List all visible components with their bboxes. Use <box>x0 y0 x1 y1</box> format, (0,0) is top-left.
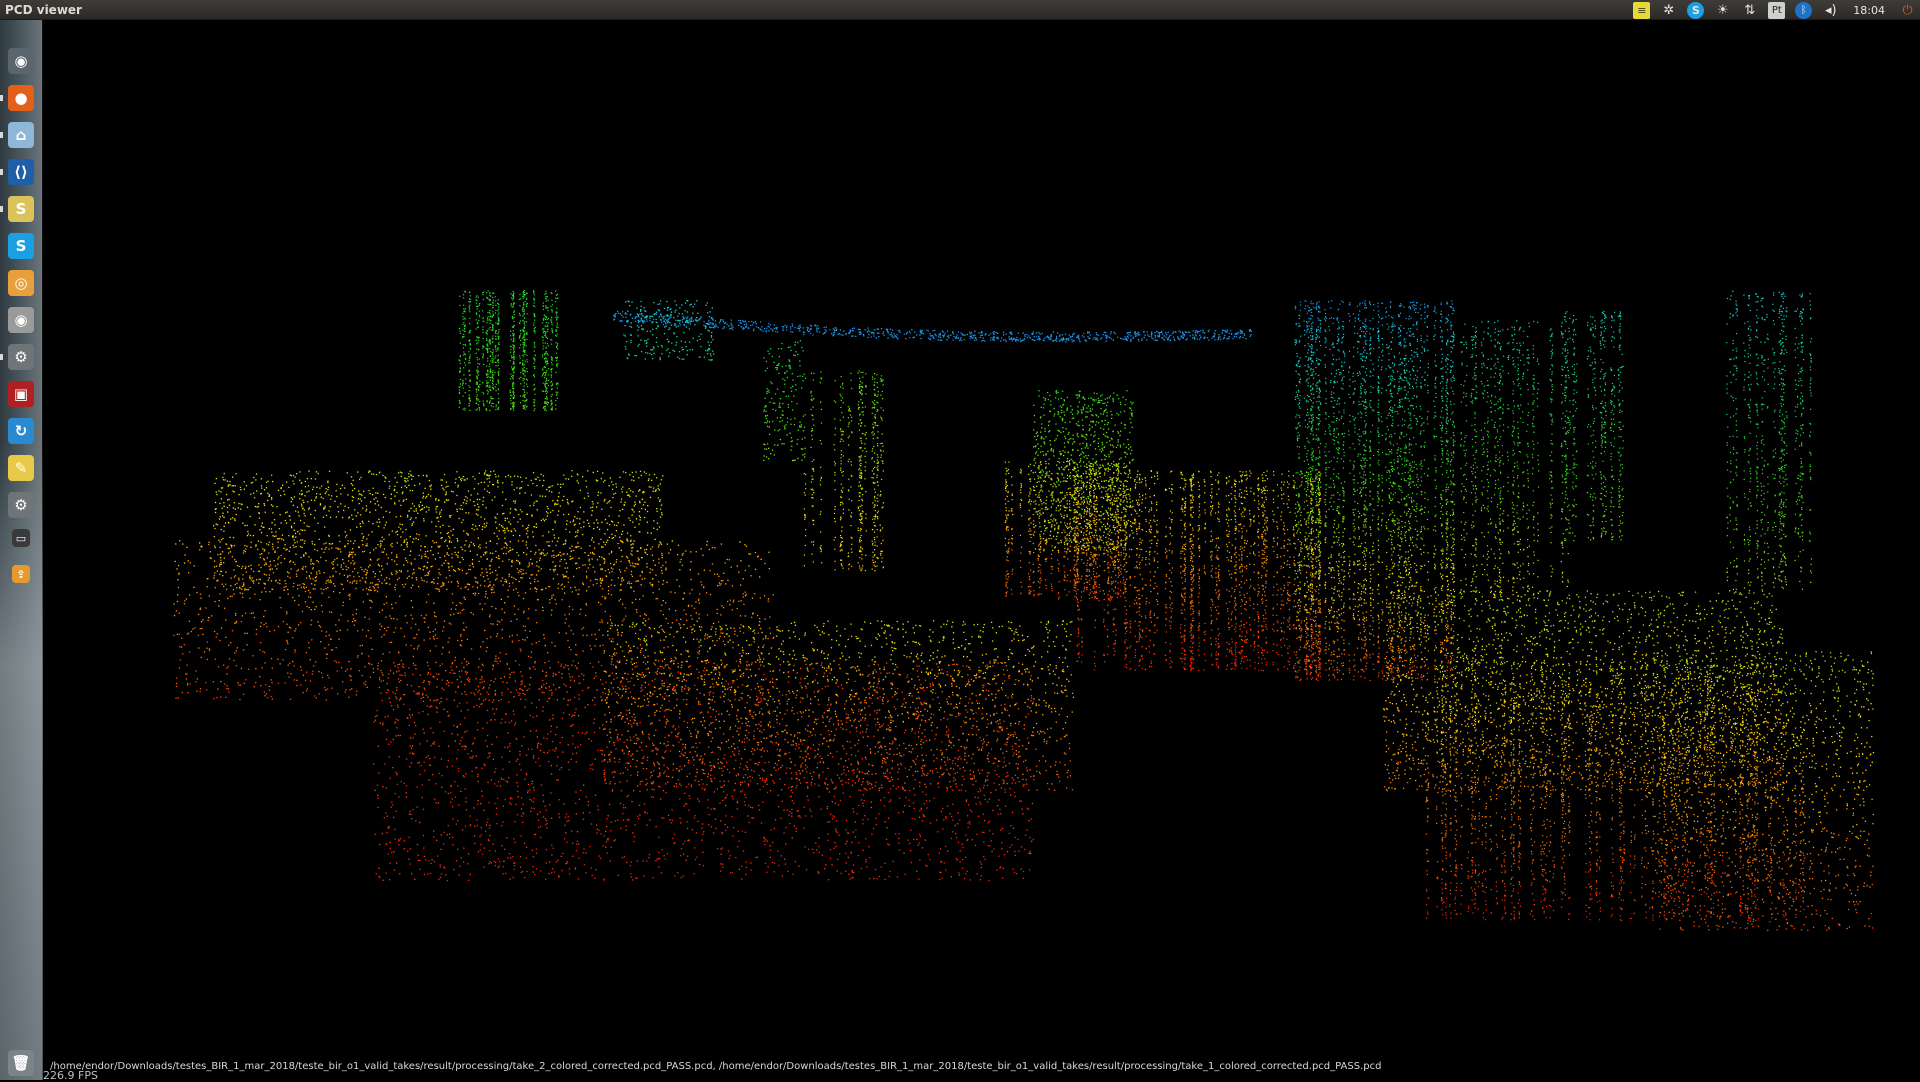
file-status-line: /home/endor/Downloads/testes_BIR_1_mar_2… <box>50 1061 1381 1072</box>
screen-recorder-icon[interactable]: ▣ <box>8 381 34 407</box>
sync-icon[interactable]: ↻ <box>8 418 34 444</box>
window-title: PCD viewer <box>0 3 82 17</box>
power-icon[interactable]: ⏻ <box>1899 2 1916 19</box>
uploader-icon[interactable]: ⇪ <box>12 565 30 583</box>
launcher: ◉ ● ⌂ ⟨⟩ S S ◎ ◉ ⚙ ▣ ↻ ✎ ⚙ ▭ ⇪ 🗑 <box>0 20 43 1080</box>
chromium-icon[interactable]: ◎ <box>8 270 34 296</box>
point-cloud-render[interactable] <box>43 20 1920 1080</box>
terminal-icon[interactable]: ▭ <box>12 529 30 547</box>
settings-alert-icon[interactable]: ✲ <box>1660 2 1677 19</box>
system-settings-icon[interactable]: ⚙ <box>8 492 34 518</box>
vscode-icon[interactable]: ⟨⟩ <box>8 159 34 185</box>
pcd-viewport[interactable] <box>43 20 1920 1080</box>
volume-icon[interactable]: ◂) <box>1822 2 1839 19</box>
bluetooth-icon[interactable]: ᛒ <box>1795 2 1812 19</box>
running-indicator <box>0 206 3 212</box>
running-indicator <box>0 354 3 360</box>
firefox-icon[interactable]: ● <box>8 85 34 111</box>
top-panel: PCD viewer ≡ ✲ S ☀ ⇅ Pt ᛒ ◂) 18:04 ⏻ <box>0 0 1920 20</box>
running-indicator <box>0 95 3 101</box>
slack-icon[interactable]: S <box>8 196 34 222</box>
fps-counter: 226.9 FPS <box>43 1069 98 1082</box>
text-editor-icon[interactable]: ✎ <box>8 455 34 481</box>
skype-icon[interactable]: S <box>1687 2 1704 19</box>
eye-app-icon[interactable]: ◉ <box>8 307 34 333</box>
dash-icon[interactable]: ◉ <box>8 48 34 74</box>
brightness-icon[interactable]: ☀ <box>1714 2 1731 19</box>
files-icon[interactable]: ⌂ <box>8 122 34 148</box>
notes-icon[interactable]: ≡ <box>1633 2 1650 19</box>
clock[interactable]: 18:04 <box>1849 2 1889 19</box>
running-indicator <box>0 132 3 138</box>
running-indicator <box>0 169 3 175</box>
settings-icon[interactable]: ⚙ <box>8 344 34 370</box>
network-transfer-icon[interactable]: ⇅ <box>1741 2 1758 19</box>
skype-icon[interactable]: S <box>8 233 34 259</box>
system-tray: ≡ ✲ S ☀ ⇅ Pt ᛒ ◂) 18:04 ⏻ <box>1633 0 1916 20</box>
keyboard-layout-icon[interactable]: Pt <box>1768 2 1785 19</box>
trash-icon[interactable]: 🗑 <box>8 1050 34 1076</box>
